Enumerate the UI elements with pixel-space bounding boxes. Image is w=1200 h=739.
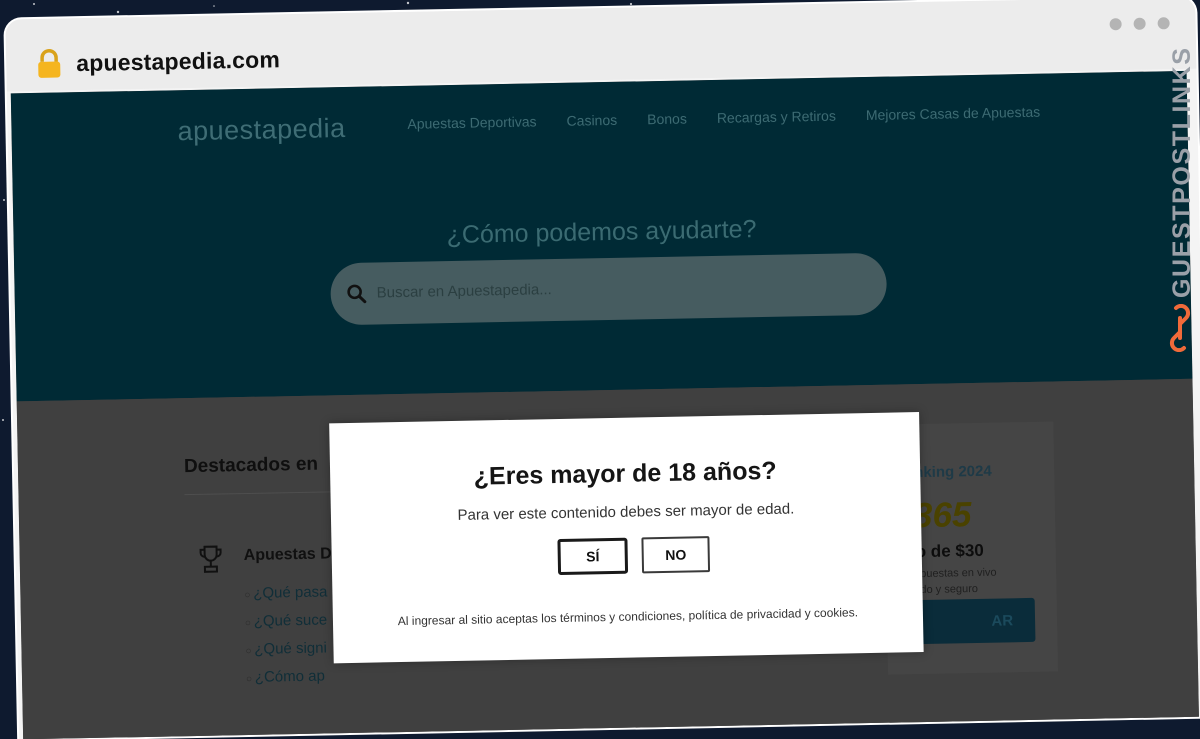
cta-button[interactable]: AR	[913, 598, 1036, 644]
bonus-description: do y seguro	[920, 583, 978, 596]
question-link[interactable]: ¿Qué signi	[245, 635, 329, 665]
watermark-text: GUESTPOSTLINKS	[1168, 46, 1197, 298]
featured-heading: Destacados en	[184, 454, 319, 479]
hero-title: ¿Cómo podemos ayudarte?	[13, 207, 1189, 259]
site-logo[interactable]: apuestapedia	[177, 113, 346, 147]
link-chain-icon	[1168, 304, 1192, 352]
hero-section: apuestapedia Apuestas Deportivas Casinos…	[11, 71, 1193, 402]
nav-item-bonos[interactable]: Bonos	[647, 110, 687, 127]
question-list: ¿Qué pasa ¿Qué suce ¿Qué signi ¿Cómo ap	[244, 579, 329, 693]
category-title[interactable]: Apuestas D	[244, 545, 332, 565]
modal-footer-text: Al ingresar al sitio aceptas los término…	[333, 604, 923, 629]
bonus-text: o de $30	[916, 541, 984, 562]
question-link[interactable]: ¿Cómo ap	[246, 663, 330, 693]
window-dot-icon[interactable]	[1158, 17, 1170, 29]
trophy-icon	[197, 543, 224, 573]
lock-icon	[36, 48, 63, 78]
ranking-title: nking 2024	[914, 463, 992, 481]
search-icon	[346, 284, 366, 304]
modal-title: ¿Eres mayor de 18 años?	[330, 454, 920, 494]
nav-item-mejores-casas[interactable]: Mejores Casas de Apuestas	[866, 104, 1041, 123]
browser-window: apuestapedia.com apuestapedia Apuestas D…	[5, 0, 1200, 739]
nav-item-casinos[interactable]: Casinos	[566, 112, 617, 129]
question-link[interactable]: ¿Qué pasa	[244, 579, 328, 609]
question-link[interactable]: ¿Qué suce	[245, 607, 329, 637]
url-text[interactable]: apuestapedia.com	[76, 46, 280, 77]
search-bar[interactable]	[330, 253, 887, 326]
main-nav: Apuestas Deportivas Casinos Bonos Recarg…	[407, 104, 1040, 132]
modal-text: Para ver este contenido debes ser mayor …	[331, 498, 921, 526]
window-dot-icon[interactable]	[1134, 18, 1146, 30]
yes-button[interactable]: SÍ	[557, 538, 628, 575]
bonus-description: puestas en vivo	[920, 567, 997, 580]
age-verification-modal: ¿Eres mayor de 18 años? Para ver este co…	[329, 412, 923, 663]
page-viewport: apuestapedia Apuestas Deportivas Casinos…	[11, 71, 1199, 739]
no-button[interactable]: NO	[641, 536, 710, 573]
window-controls	[1110, 17, 1170, 30]
brand-logo: 365	[913, 495, 972, 536]
cta-label: AR	[991, 612, 1013, 629]
nav-item-apuestas-deportivas[interactable]: Apuestas Deportivas	[407, 113, 536, 131]
search-input[interactable]	[374, 275, 818, 303]
nav-item-recargas-retiros[interactable]: Recargas y Retiros	[717, 108, 836, 126]
window-dot-icon[interactable]	[1110, 18, 1122, 30]
